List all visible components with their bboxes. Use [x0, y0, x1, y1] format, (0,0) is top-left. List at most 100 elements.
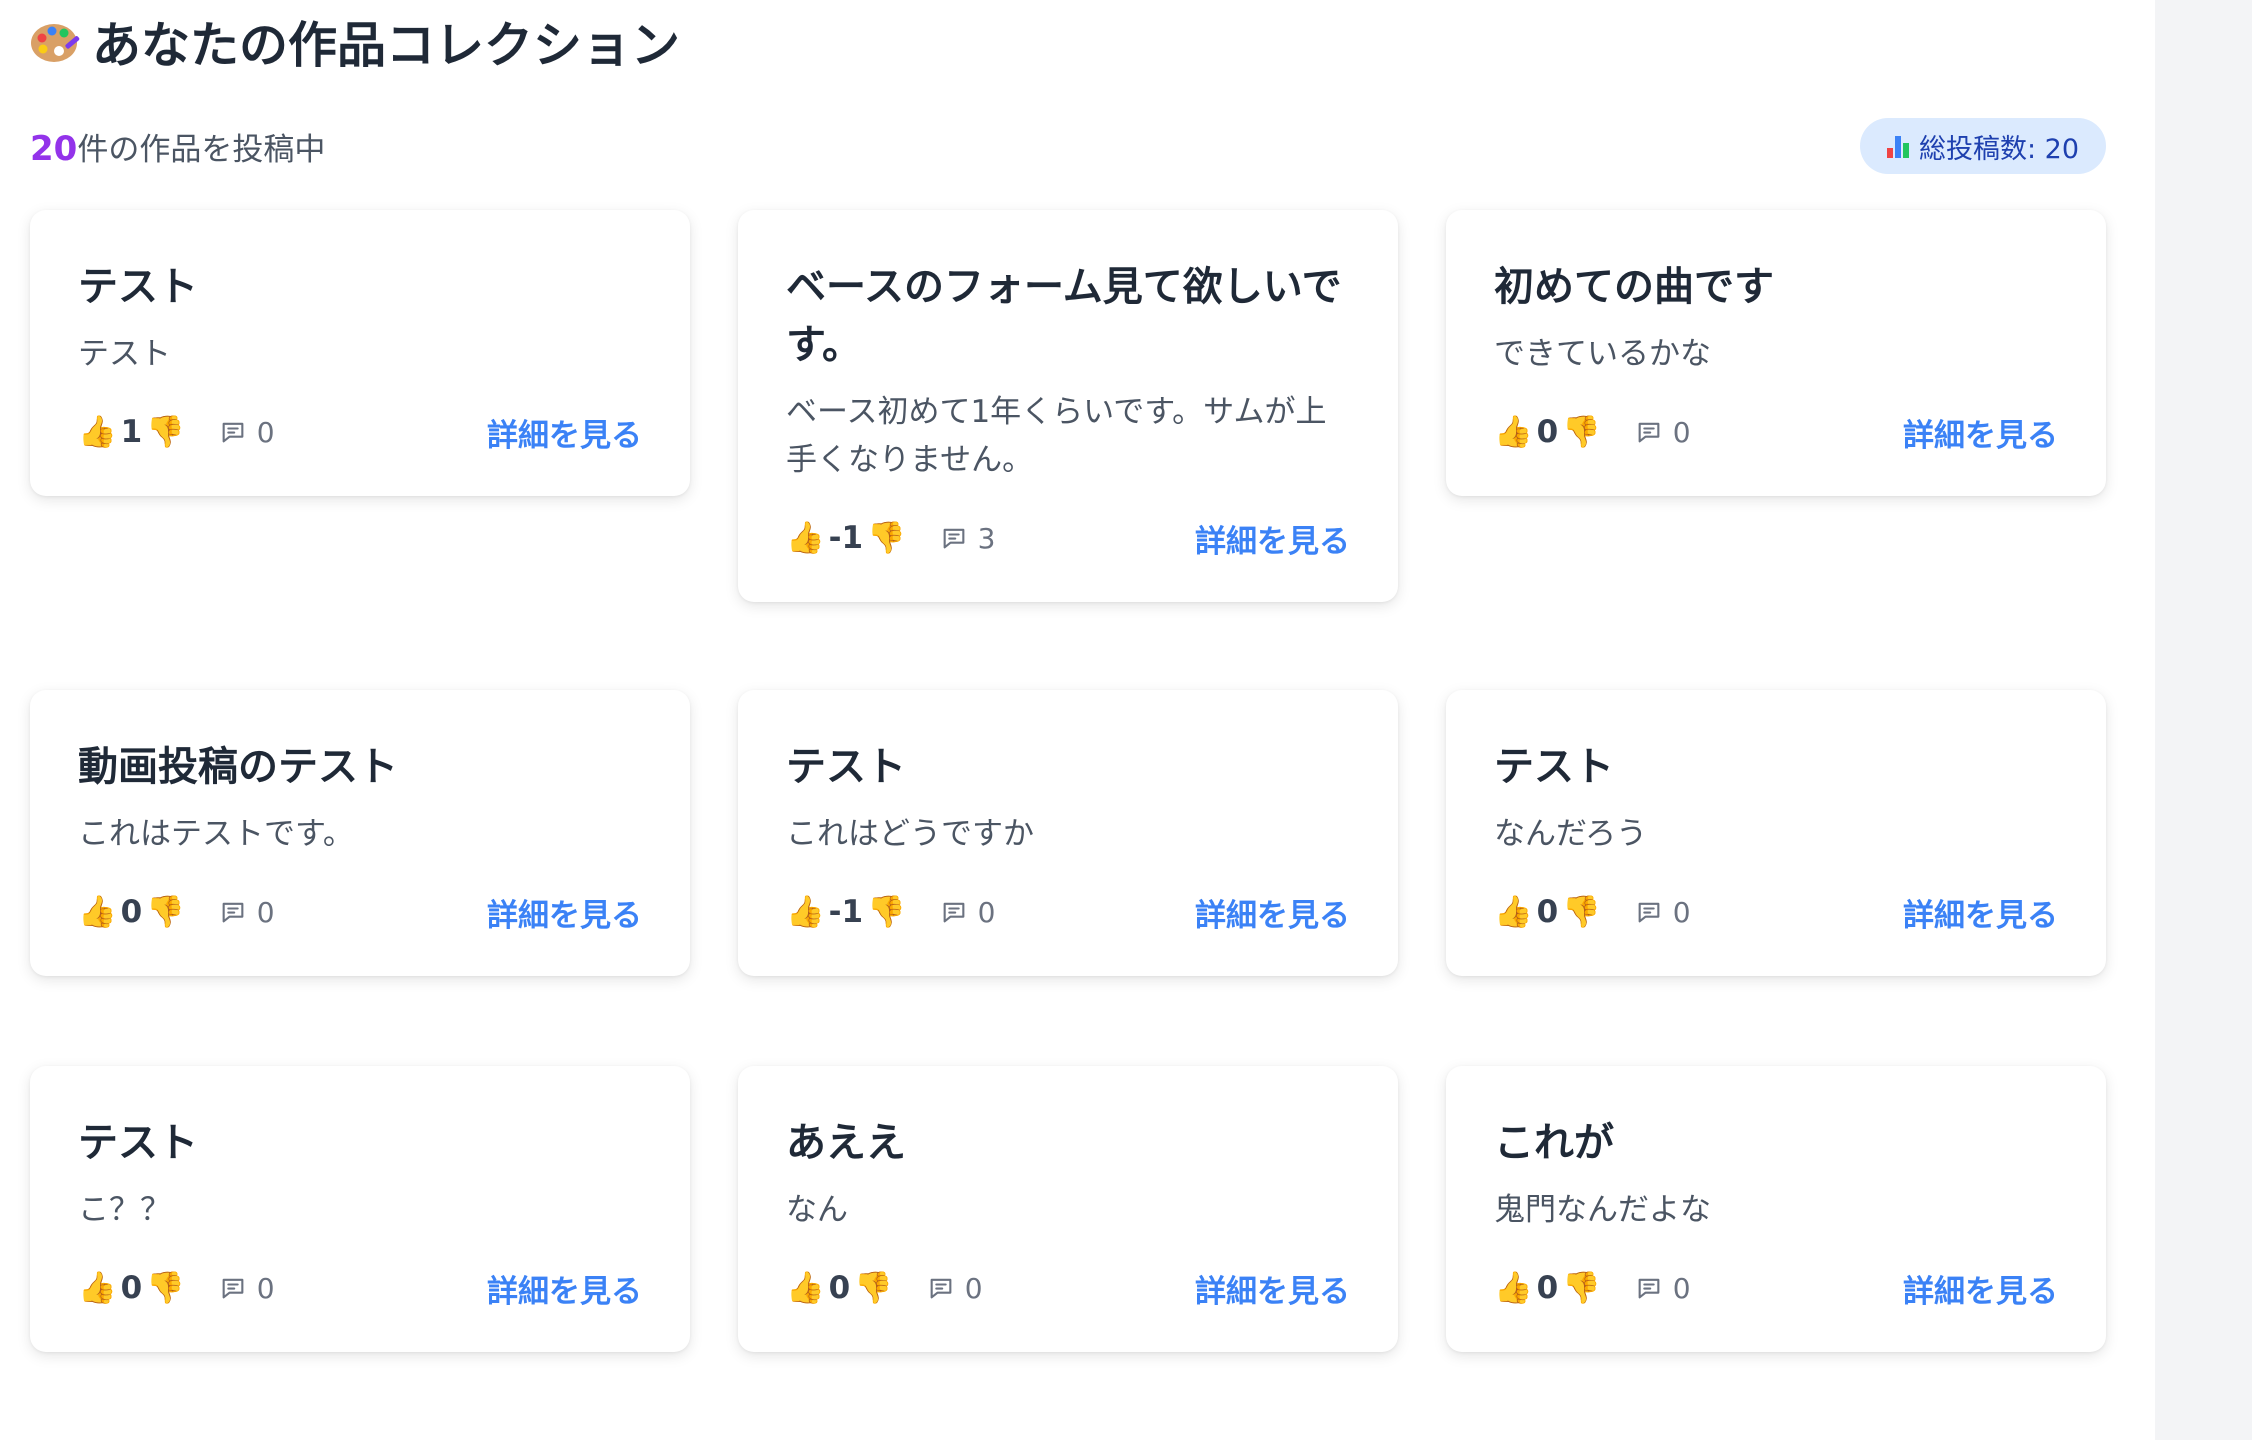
thumbs-up-icon[interactable]: 👍 — [1494, 896, 1533, 928]
comment-icon — [1638, 422, 1660, 443]
thumbs-down-icon[interactable]: 👎 — [146, 896, 185, 928]
work-title: 初めての曲です — [1494, 264, 1774, 310]
vote-score: -1 — [828, 520, 864, 556]
vote-widget: 👍 1 👎 — [78, 414, 185, 450]
work-card-footer: 👍 -1 👎 0 詳細を見る — [786, 888, 1350, 936]
thumbs-up-icon[interactable]: 👍 — [1494, 416, 1533, 448]
work-title: テスト — [78, 1120, 198, 1166]
vote-widget: 👍 0 👎 — [1494, 1270, 1601, 1306]
vote-score: 0 — [120, 894, 143, 930]
comment-icon — [930, 1278, 952, 1299]
bar-chart-icon — [1886, 134, 1911, 158]
scrollbar-track[interactable] — [2155, 0, 2252, 1440]
work-card: これが 鬼門なんだよな 👍 0 👎 0 詳細を見る — [1446, 1066, 2106, 1352]
vote-score: 0 — [1536, 1270, 1559, 1306]
work-card-footer: 👍 0 👎 0 詳細を見る — [78, 888, 642, 936]
thumbs-down-icon[interactable]: 👎 — [854, 1272, 893, 1304]
work-title: あええ — [786, 1120, 906, 1166]
main-content: あなたの作品コレクション 20件の作品を投稿中 総投稿数: 20 テスト テスト… — [0, 0, 2155, 1440]
thumbs-down-icon[interactable]: 👎 — [146, 1272, 185, 1304]
work-description: なん — [786, 1192, 848, 1228]
comment-icon — [943, 902, 965, 923]
work-card: テスト これはどうですか 👍 -1 👎 0 詳細を見る — [738, 690, 1398, 976]
view-details-link[interactable]: 詳細を見る — [1903, 410, 2058, 455]
work-description: できているかな — [1494, 336, 1711, 372]
work-title: テスト — [1494, 744, 1614, 790]
thumbs-down-icon[interactable]: 👎 — [1562, 416, 1601, 448]
comment-count: 3 — [940, 522, 995, 555]
comment-count: 0 — [1635, 1272, 1691, 1305]
total-posts-badge: 総投稿数: 20 — [1860, 118, 2106, 174]
work-card-footer: 👍 0 👎 0 詳細を見る — [78, 1264, 642, 1312]
work-description: なんだろう — [1494, 816, 1648, 852]
works-grid: テスト テスト 👍 1 👎 0 詳細を見る ベースのフォーム見て欲しいです。 ベ… — [30, 210, 2106, 1366]
work-card: テスト テスト 👍 1 👎 0 詳細を見る — [30, 210, 690, 496]
view-details-link[interactable]: 詳細を見る — [1903, 1266, 2058, 1311]
thumbs-up-icon[interactable]: 👍 — [786, 522, 825, 554]
comment-count: 0 — [1635, 416, 1691, 449]
thumbs-up-icon[interactable]: 👍 — [78, 416, 117, 448]
vote-widget: 👍 0 👎 — [1494, 414, 1601, 450]
work-card-footer: 👍 0 👎 0 詳細を見る — [1494, 1264, 2058, 1312]
view-details-link[interactable]: 詳細を見る — [487, 410, 642, 455]
thumbs-up-icon[interactable]: 👍 — [78, 896, 117, 928]
vote-score: 0 — [1536, 414, 1559, 450]
work-title: 動画投稿のテスト — [78, 744, 398, 790]
view-details-link[interactable]: 詳細を見る — [487, 890, 642, 935]
vote-score: 0 — [828, 1270, 851, 1306]
work-description: これはテストです。 — [78, 816, 354, 852]
vote-widget: 👍 -1 👎 — [786, 520, 906, 556]
work-stats: 👍 1 👎 0 — [78, 414, 275, 450]
thumbs-up-icon[interactable]: 👍 — [78, 1272, 117, 1304]
work-title: テスト — [78, 264, 198, 310]
work-card-footer: 👍 0 👎 0 詳細を見る — [1494, 408, 2058, 456]
comment-icon — [943, 528, 965, 549]
comment-count: 0 — [219, 896, 275, 929]
vote-score: 0 — [120, 1270, 143, 1306]
view-details-link[interactable]: 詳細を見る — [1195, 890, 1350, 935]
vote-widget: 👍 -1 👎 — [786, 894, 906, 930]
vote-widget: 👍 0 👎 — [78, 894, 185, 930]
comment-icon — [1638, 902, 1660, 923]
thumbs-down-icon[interactable]: 👎 — [867, 522, 906, 554]
comment-count-value: 0 — [256, 895, 275, 929]
thumbs-down-icon[interactable]: 👎 — [1562, 1272, 1601, 1304]
work-stats: 👍 0 👎 0 — [786, 1270, 983, 1306]
thumbs-down-icon[interactable]: 👎 — [146, 416, 185, 448]
work-description: こ？？ — [78, 1192, 171, 1228]
work-stats: 👍 0 👎 0 — [1494, 1270, 1691, 1306]
thumbs-up-icon[interactable]: 👍 — [786, 1272, 825, 1304]
vote-widget: 👍 0 👎 — [78, 1270, 185, 1306]
page: あなたの作品コレクション 20件の作品を投稿中 総投稿数: 20 テスト テスト… — [0, 0, 2252, 1440]
view-details-link[interactable]: 詳細を見る — [1195, 516, 1350, 561]
work-card: 初めての曲です できているかな 👍 0 👎 0 詳細を見る — [1446, 210, 2106, 496]
comment-count-value: 0 — [1672, 895, 1691, 929]
thumbs-down-icon[interactable]: 👎 — [867, 896, 906, 928]
work-description: ベース初めて1年くらいです。サムが上手くなりません。 — [786, 394, 1327, 478]
work-card: 動画投稿のテスト これはテストです。 👍 0 👎 0 詳細を見る — [30, 690, 690, 976]
thumbs-up-icon[interactable]: 👍 — [1494, 1272, 1533, 1304]
work-card-footer: 👍 0 👎 0 詳細を見る — [1494, 888, 2058, 936]
work-card: あええ なん 👍 0 👎 0 詳細を見る — [738, 1066, 1398, 1352]
work-stats: 👍 -1 👎 0 — [786, 894, 995, 930]
page-title-text: あなたの作品コレクション — [92, 17, 681, 74]
view-details-link[interactable]: 詳細を見る — [487, 1266, 642, 1311]
work-stats: 👍 0 👎 0 — [78, 894, 275, 930]
comment-count-value: 0 — [964, 1271, 983, 1305]
vote-widget: 👍 0 👎 — [1494, 894, 1601, 930]
vote-widget: 👍 0 👎 — [786, 1270, 893, 1306]
comment-icon — [222, 1278, 244, 1299]
view-details-link[interactable]: 詳細を見る — [1195, 1266, 1350, 1311]
work-card-footer: 👍 -1 👎 3 詳細を見る — [786, 514, 1350, 562]
palette-icon — [31, 23, 80, 62]
thumbs-up-icon[interactable]: 👍 — [786, 896, 825, 928]
work-card: テスト こ？？ 👍 0 👎 0 詳細を見る — [30, 1066, 690, 1352]
works-count-suffix: 件の作品を投稿中 — [77, 132, 326, 168]
comment-count: 0 — [927, 1272, 983, 1305]
comment-icon — [222, 422, 244, 443]
work-description: これはどうですか — [786, 816, 1034, 852]
comment-count: 0 — [219, 1272, 275, 1305]
view-details-link[interactable]: 詳細を見る — [1903, 890, 2058, 935]
thumbs-down-icon[interactable]: 👎 — [1562, 896, 1601, 928]
comment-count-value: 0 — [256, 1271, 275, 1305]
